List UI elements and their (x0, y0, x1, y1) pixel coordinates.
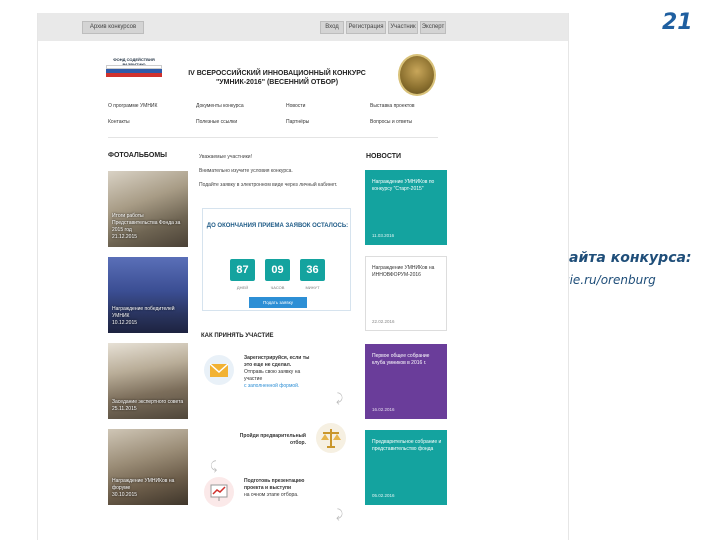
album-caption: Заседание экспертного совета 25.11.2015 (112, 399, 184, 412)
album-photo[interactable]: Итоги работы Представительства Фонда за … (108, 171, 188, 247)
curved-arrow-icon: ⤸ (336, 507, 344, 521)
nav-link[interactable]: Партнёры (286, 119, 309, 125)
intro-line: Подайте заявку в электронном виде через … (199, 182, 338, 188)
album-caption: Награждение УМНИКов на форуме 30.10.2015 (112, 478, 175, 498)
region-emblem-icon (398, 54, 436, 96)
intro-text: Уважаемые участники! Внимательно изучите… (199, 153, 351, 189)
nav-link[interactable]: Вопросы и ответы (370, 119, 412, 125)
news-text: Предварительное собрание и представитель… (372, 439, 442, 452)
page-number: 21 (662, 10, 693, 35)
news-text: Награждение УМНИКов по конкурсу "Старт-2… (372, 179, 435, 192)
news-card[interactable]: Предварительное собрание и представитель… (365, 430, 447, 505)
minutes-label: МИНУТ (305, 285, 320, 290)
curved-arrow-icon: ⤸ (336, 391, 344, 405)
days-counter: 87 (230, 259, 255, 281)
website-screenshot: Архив конкурсов Вход Регистрация Участни… (37, 13, 569, 540)
step1-text: Зарегистрируйся, если ты это еще не сдел… (244, 355, 344, 390)
divider (108, 137, 438, 138)
nav-link[interactable]: О программе УМНИК (108, 103, 157, 109)
intro-line: Внимательно изучите условия конкурса. (199, 168, 293, 174)
step1-link[interactable]: с заполненной формой. (244, 383, 344, 390)
presentation-slide: 21 Скриншот сайта конкурса: http://umnik… (0, 0, 720, 540)
hours-label: ЧАСОВ (270, 285, 285, 290)
submit-application-button[interactable]: Подать заявку (249, 297, 307, 308)
news-date: 22.02.2016 (372, 319, 395, 324)
news-card[interactable]: Награждение УМНИКов по конкурсу "Старт-2… (365, 170, 447, 245)
countdown-title: ДО ОКОНЧАНИЯ ПРИЕМА ЗАЯВОК ОСТАЛОСЬ: (206, 223, 349, 229)
nav-link[interactable]: Контакты (108, 119, 130, 125)
envelope-icon (204, 355, 234, 385)
site-title-line2: "УМНИК-2016" (ВЕСЕННИЙ ОТБОР) (215, 79, 339, 86)
site-header: ФОНД СОДЕЙСТВИЯ РАЗВИТИЮ IV ВСЕРОССИЙСКИ… (38, 49, 568, 97)
register-button[interactable]: Регистрация (346, 21, 386, 34)
news-date: 05.02.2016 (372, 493, 395, 498)
minutes-counter: 36 (300, 259, 325, 281)
nav-link[interactable]: Новости (286, 103, 305, 109)
top-bar: Архив конкурсов Вход Регистрация Участни… (38, 13, 568, 41)
expert-button[interactable]: Эксперт (420, 21, 446, 34)
site-title-line1: IV ВСЕРОССИЙСКИЙ ИННОВАЦИОННЫЙ КОНКУРС (188, 70, 366, 77)
album-caption: Итоги работы Представительства Фонда за … (112, 213, 181, 240)
participant-button[interactable]: Участник (388, 21, 418, 34)
presentation-chart-icon (204, 477, 234, 507)
scales-icon (316, 423, 346, 453)
news-title: НОВОСТИ (366, 153, 402, 160)
album-caption: Награждение победителей УМНИК 10.12.2015 (112, 306, 175, 326)
nav-link[interactable]: Выставка проектов (370, 103, 415, 109)
album-photo[interactable]: Награждение УМНИКов на форуме 30.10.2015 (108, 429, 188, 505)
news-text: Первое общее собрание клуба умников в 20… (372, 353, 430, 366)
news-card[interactable]: Награждение УМНИКов на ИННОВФОРУМ-2016 2… (365, 256, 447, 331)
step3-text: Подготовь презентацию проекта и выступи … (244, 478, 305, 498)
hours-counter: 09 (265, 259, 290, 281)
site-title: IV ВСЕРОССИЙСКИЙ ИННОВАЦИОННЫЙ КОНКУРС "… (172, 69, 382, 87)
how-to-participate-title: КАК ПРИНЯТЬ УЧАСТИЕ (201, 333, 274, 339)
days-label: ДНЕЙ (236, 285, 249, 290)
fund-logo[interactable]: ФОНД СОДЕЙСТВИЯ РАЗВИТИЮ (106, 57, 162, 83)
nav-link[interactable]: Полезные ссылки (196, 119, 237, 125)
logo-stripe-red (106, 73, 162, 77)
album-photo[interactable]: Заседание экспертного совета 25.11.2015 (108, 343, 188, 419)
news-card[interactable]: Первое общее собрание клуба умников в 20… (365, 344, 447, 419)
step2-text: Пройди предварительный отбор. (239, 433, 306, 446)
main-nav: О программе УМНИК Документы конкурса Нов… (108, 101, 448, 131)
nav-link[interactable]: Документы конкурса (196, 103, 244, 109)
curved-arrow-icon: ⤹ (210, 459, 218, 473)
album-photo[interactable]: Награждение победителей УМНИК 10.12.2015 (108, 257, 188, 333)
login-button[interactable]: Вход (320, 21, 344, 34)
countdown-box: ДО ОКОНЧАНИЯ ПРИЕМА ЗАЯВОК ОСТАЛОСЬ: 87 … (202, 208, 351, 311)
news-date: 11.03.2016 (372, 233, 395, 238)
news-date: 16.02.2016 (372, 407, 395, 412)
intro-line: Уважаемые участники! (199, 154, 252, 160)
photo-albums-title: ФОТОАЛЬБОМЫ (108, 152, 168, 159)
news-text: Награждение УМНИКов на ИННОВФОРУМ-2016 (372, 265, 435, 278)
archive-button[interactable]: Архив конкурсов (82, 21, 144, 34)
